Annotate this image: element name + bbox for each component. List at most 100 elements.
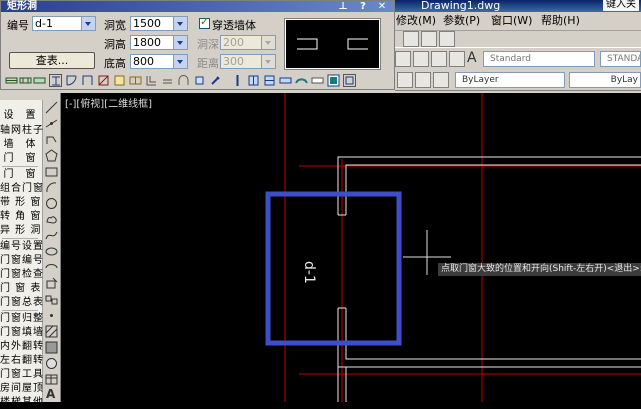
dialog-titlebar: 矩形洞 ⊥ ? ✕ <box>1 1 394 12</box>
point-icon[interactable] <box>45 309 58 322</box>
door-type-icon[interactable] <box>97 74 110 87</box>
insert-icon[interactable] <box>231 74 244 87</box>
insert-icon[interactable] <box>311 74 324 87</box>
menu-item-band-window[interactable]: 带 形 窗 <box>0 196 40 209</box>
drawing-canvas[interactable]: [-][俯视][二维线框] d-1 点取门窗大致的位置和开向(Shift-左右开… <box>61 93 641 402</box>
menu-item-irregular-opening[interactable]: 异 形 洞 <box>0 224 40 237</box>
pin-icon[interactable]: ⊥ <box>337 1 349 12</box>
text-style-combo[interactable]: Standard <box>483 51 595 67</box>
multiline-text-icon[interactable]: A <box>46 387 55 401</box>
make-block-icon[interactable] <box>45 293 58 306</box>
help-button[interactable]: ? <box>357 1 369 12</box>
arc-icon[interactable] <box>45 181 58 194</box>
line-icon[interactable] <box>45 101 58 114</box>
menu-help[interactable]: 帮助(H) <box>541 13 580 29</box>
construction-line-icon[interactable] <box>45 117 58 130</box>
toolbar-icon-3[interactable] <box>439 31 455 47</box>
menu-item-window-fill-wall[interactable]: 门窗填墙 <box>0 326 43 339</box>
window-type-icon[interactable] <box>161 74 174 87</box>
arch-icon[interactable] <box>177 74 190 87</box>
menu-item-flip-left-right[interactable]: 左右翻转 <box>0 354 43 367</box>
grid-icon[interactable] <box>395 51 411 67</box>
door-type-icon[interactable] <box>113 74 126 87</box>
door-type-icon[interactable] <box>65 74 78 87</box>
search-input[interactable]: 键入关 <box>603 0 639 11</box>
through-wall-checkbox[interactable] <box>199 15 210 29</box>
sill-combo[interactable]: 800 <box>130 54 188 69</box>
menu-item-settings[interactable]: 设 置 <box>0 109 40 122</box>
insert-icon[interactable] <box>327 74 340 87</box>
insert-block-icon[interactable] <box>45 277 58 290</box>
color-combo[interactable]: ByLayer <box>455 72 565 88</box>
menu-item-window-numbering[interactable]: 门窗编号 <box>0 254 43 267</box>
door-type-icon[interactable] <box>129 74 142 87</box>
menu-item-doors-windows-header[interactable]: 门 窗 <box>0 152 40 165</box>
distance-combo[interactable]: 300 <box>220 54 276 69</box>
insert-icon[interactable] <box>295 74 308 87</box>
door-type-icon[interactable] <box>145 74 158 87</box>
menu-params[interactable]: 参数(P) <box>443 13 480 29</box>
menu-item-corner-window[interactable]: 转 角 窗 <box>0 210 40 223</box>
table-icon[interactable] <box>413 51 429 67</box>
chevron-down-icon[interactable] <box>81 17 95 30</box>
layer-icon[interactable] <box>397 72 413 88</box>
menu-item-window-table[interactable]: 门 窗 表 <box>0 282 40 295</box>
select-icon[interactable] <box>449 51 465 67</box>
linetype-combo[interactable]: ByLay <box>569 72 641 88</box>
menu-item-window-tidy[interactable]: 门窗归整 <box>0 312 43 325</box>
ellipse-arc-icon[interactable] <box>45 261 58 274</box>
table-icon[interactable] <box>45 373 58 386</box>
dim-style-combo[interactable]: STANDARD <box>600 51 641 67</box>
chevron-down-icon[interactable] <box>173 17 187 30</box>
toolbar-icon-1[interactable] <box>403 31 419 47</box>
insert-icon[interactable] <box>343 74 356 87</box>
opening-placement-box <box>265 191 402 346</box>
number-combo[interactable]: d-1 <box>32 16 96 31</box>
polyline-icon[interactable] <box>45 133 58 146</box>
spline-icon[interactable] <box>45 229 58 242</box>
depth-combo[interactable]: 200 <box>220 35 276 50</box>
region-icon[interactable] <box>45 357 58 370</box>
menu-item-walls[interactable]: 墙 体 <box>0 138 40 151</box>
menu-item-window-tools[interactable]: 门窗工具 <box>0 368 43 381</box>
door-type-icon[interactable] <box>49 74 62 87</box>
layer-prev-icon[interactable] <box>433 72 449 88</box>
rectangle-icon[interactable] <box>45 165 58 178</box>
insert-icon[interactable] <box>263 74 276 87</box>
menu-window[interactable]: 窗口(W) <box>491 13 532 29</box>
menu-item-stairs-other[interactable]: 楼梯其他 <box>0 396 43 409</box>
window-type-icon[interactable] <box>19 74 32 87</box>
close-button[interactable]: ✕ <box>376 1 388 12</box>
polygon-icon[interactable] <box>45 149 58 162</box>
menu-item-flip-in-out[interactable]: 内外翻转 <box>0 340 43 353</box>
hatch-icon[interactable] <box>45 325 58 338</box>
eyedropper-icon[interactable] <box>209 74 222 87</box>
menu-item-doors-windows[interactable]: 门 窗 <box>0 168 40 181</box>
insert-icon[interactable] <box>247 74 260 87</box>
menu-item-window-summary[interactable]: 门窗总表 <box>0 296 43 309</box>
circle-icon[interactable] <box>45 197 58 210</box>
insert-icon[interactable] <box>279 74 292 87</box>
window-type-icon[interactable] <box>33 74 46 87</box>
chevron-down-icon[interactable] <box>173 36 187 49</box>
menu-item-window-check[interactable]: 门窗检查 <box>0 268 43 281</box>
menu-item-combined-window[interactable]: 组合门窗 <box>0 182 43 195</box>
toolbar-icon-2[interactable] <box>421 31 437 47</box>
menu-item-numbering-settings[interactable]: 编号设置 <box>0 240 43 253</box>
help-icon[interactable] <box>431 51 447 67</box>
ellipse-icon[interactable] <box>45 245 58 258</box>
door-type-icon[interactable] <box>81 74 94 87</box>
browse-table-button[interactable]: 查表... <box>9 52 95 69</box>
height-combo[interactable]: 1800 <box>130 35 188 50</box>
chevron-down-icon[interactable] <box>173 55 187 68</box>
layer-state-icon[interactable] <box>415 72 431 88</box>
menu-item-room-roof[interactable]: 房间屋顶 <box>0 382 43 395</box>
rect-opening-icon[interactable] <box>193 74 206 87</box>
width-combo[interactable]: 1500 <box>130 16 188 31</box>
window-type-icon[interactable] <box>5 74 18 87</box>
menu-modify[interactable]: 修改(M) <box>396 13 436 29</box>
menu-item-axis-column[interactable]: 轴网柱子 <box>0 124 43 137</box>
revision-cloud-icon[interactable] <box>45 213 58 226</box>
through-wall-label: 穿透墙体 <box>212 19 256 32</box>
gradient-icon[interactable] <box>45 341 58 354</box>
